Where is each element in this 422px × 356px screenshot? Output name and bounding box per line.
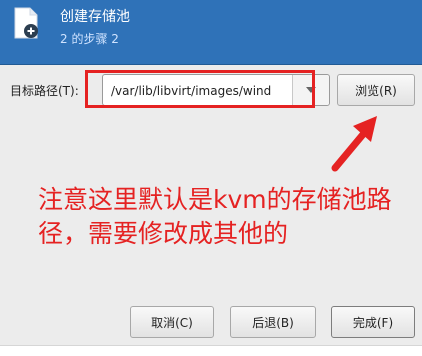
back-button[interactable]: 后退(B) <box>230 306 316 338</box>
cancel-button[interactable]: 取消(C) <box>130 306 214 338</box>
window-bottom-edge <box>0 345 422 356</box>
dialog-header: 创建存储池 2 的步骤 2 <box>0 0 422 65</box>
new-document-icon <box>14 7 38 39</box>
target-path-label: 目标路径(T): <box>10 84 79 98</box>
target-path-combo[interactable] <box>102 74 330 106</box>
annotation-arrow-icon <box>331 116 377 172</box>
target-path-input[interactable] <box>111 81 287 101</box>
finish-button[interactable]: 完成(F) <box>331 306 415 338</box>
chevron-down-icon[interactable] <box>292 75 329 105</box>
annotation-text: 注意这里默认是kvm的存储池路径，需要修改成其他的 <box>38 185 392 248</box>
step-indicator: 2 的步骤 2 <box>60 32 119 46</box>
dialog-title: 创建存储池 <box>60 9 130 25</box>
browse-button[interactable]: 浏览(R) <box>337 74 415 106</box>
